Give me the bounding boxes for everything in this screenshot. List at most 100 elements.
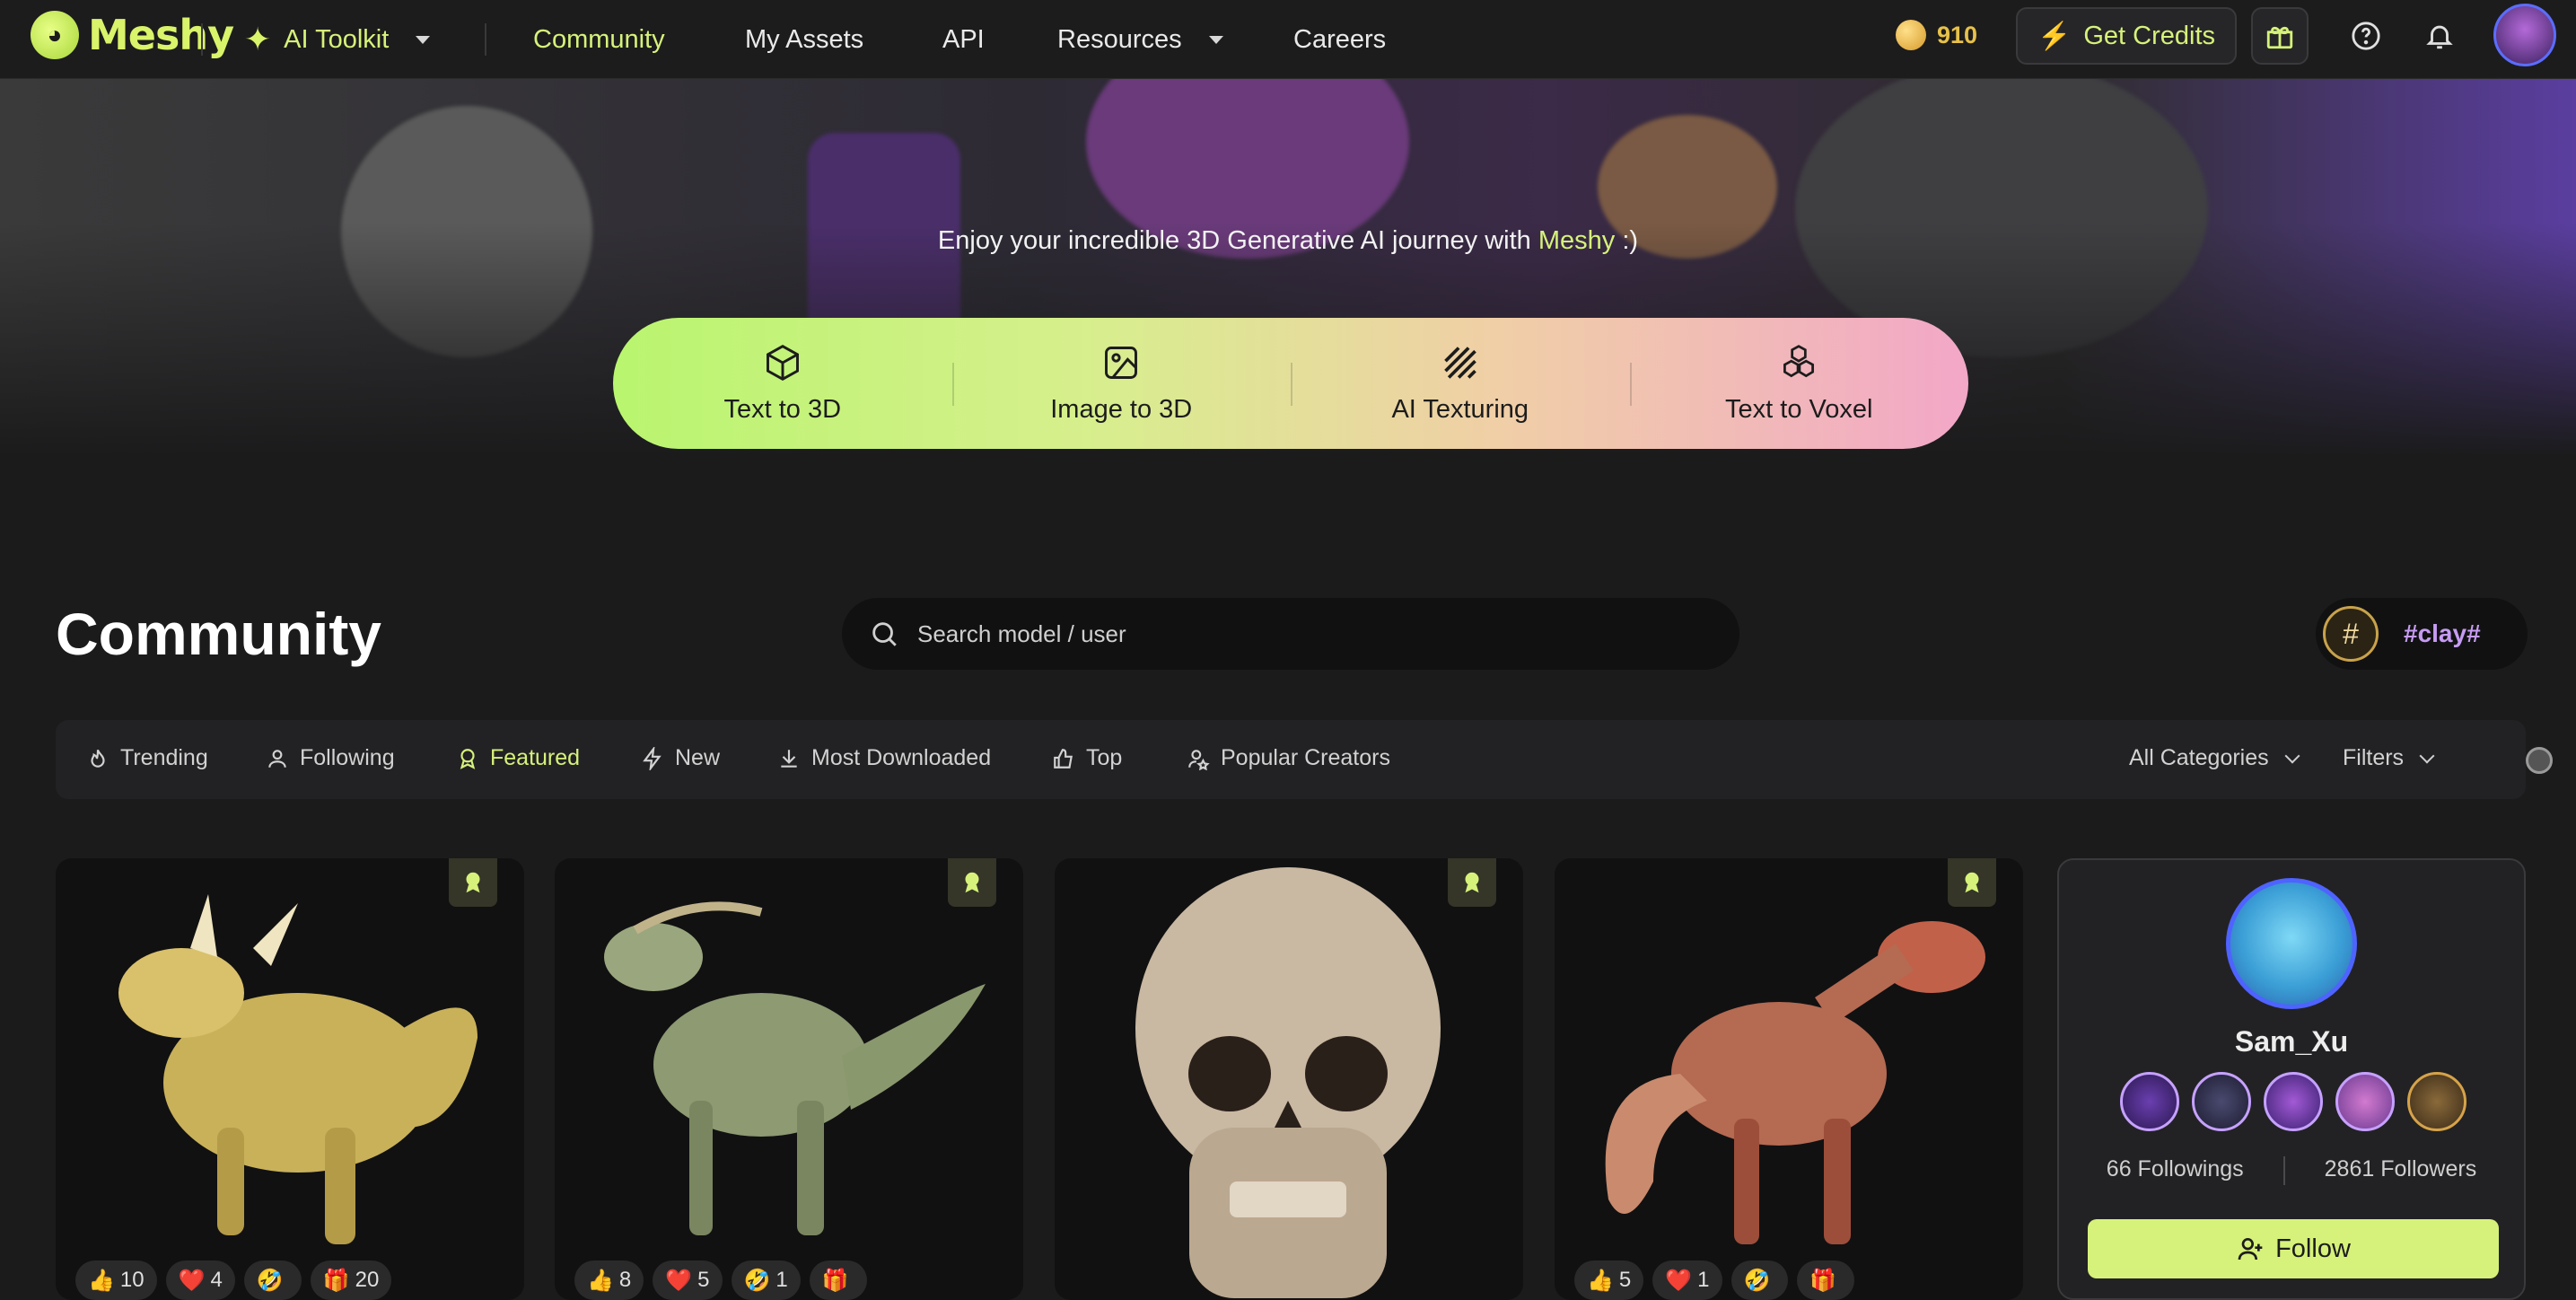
model-thumbnail-red-raptor [1605,921,1985,1244]
model-card[interactable]: 👍 10 ❤️ 4 🤣 🎁 20 [56,858,524,1300]
thumbs-up-icon [1054,748,1073,769]
badge-avatar[interactable] [2407,1072,2466,1131]
chevron-down-icon [2284,748,2300,763]
badge-avatar[interactable] [2264,1072,2323,1131]
get-credits-button[interactable]: ⚡ Get Credits [2016,7,2237,65]
model-card[interactable] [1055,858,1523,1300]
generation-tools: Text to 3D Image to 3D AI Texturing Text… [613,318,1968,449]
tab-new[interactable]: New [641,745,720,771]
help-icon [2352,22,2380,50]
tool-text-to-voxel[interactable]: Text to Voxel [1629,318,1969,449]
badge-avatar[interactable] [2335,1072,2395,1131]
page-title: Community [56,601,381,667]
creator-stats: 66 Followings 2861 Followers [2059,1156,2524,1185]
hero-tagline: Enjoy your incredible 3D Generative AI j… [937,226,1639,255]
laugh-reaction[interactable]: 🤣 [243,1260,302,1300]
laugh-reaction[interactable]: 🤣 1 [731,1260,801,1300]
like-reaction[interactable]: 👍 10 [75,1260,157,1300]
gift-icon [2266,26,2293,49]
gift-reaction[interactable]: 🎁 [1797,1260,1855,1300]
meshy-logo[interactable]: ◕ Meshy [31,11,234,59]
model-card[interactable]: 👍 8 ❤️ 5 🤣 1 🎁 [555,858,1023,1300]
view-toggle[interactable] [2526,747,2553,774]
horned-beast-figure [1795,79,2208,357]
thumbs-up-icon: 👍 [88,1268,115,1293]
nav-ai-toolkit-label: AI Toolkit [284,24,390,54]
like-reaction[interactable]: 👍 8 [574,1260,644,1300]
nav-careers[interactable]: Careers [1293,20,1386,59]
add-user-icon [2238,1238,2263,1260]
tab-trending[interactable]: Trending [86,745,208,771]
nav-community[interactable]: Community [533,20,665,59]
logo-mark-icon: ◕ [31,11,79,59]
user-avatar[interactable] [2493,4,2556,66]
creator-name[interactable]: Sam_Xu [2059,1025,2524,1058]
featured-award-icon [466,872,480,893]
nav-resources-label: Resources [1057,24,1182,54]
followings-count[interactable]: 66 Followings [2067,1156,2283,1185]
tab-top[interactable]: Top [1052,745,1122,771]
get-credits-label: Get Credits [2083,21,2216,50]
heart-reaction[interactable]: ❤️ 5 [653,1260,723,1300]
featured-award-icon [1465,872,1479,893]
gift-icon: 🎁 [322,1268,350,1293]
credits-balance[interactable]: 910 [1896,20,1977,50]
model-thumbnail-green-raptor [604,901,986,1235]
tool-image-to-3d[interactable]: Image to 3D [951,318,1292,449]
texture-stripes-icon [1443,346,1476,379]
credits-value: 910 [1937,21,1978,48]
nav-resources[interactable]: Resources [1057,20,1223,59]
hash-icon: # [2323,606,2379,662]
creator-star-icon [1188,749,1210,770]
nav-ai-toolkit[interactable]: ✦ AI Toolkit [244,20,431,59]
nav-api[interactable]: API [942,20,985,59]
featured-tag[interactable]: # #clay# [2316,598,2528,670]
chevron-down-icon [2419,748,2435,763]
reactions: 👍 5 ❤️ 1 🤣 🎁 [1574,1260,1855,1300]
tab-most-downloaded[interactable]: Most Downloaded [777,745,991,771]
tool-label: AI Texturing [1391,394,1529,424]
tool-text-to-3d[interactable]: Text to 3D [613,318,952,449]
gift-reaction[interactable]: 🎁 [809,1260,867,1300]
reactions: 👍 10 ❤️ 4 🤣 🎁 20 [75,1260,392,1300]
badge-avatar[interactable] [2120,1072,2179,1131]
thumbs-up-icon: 👍 [587,1268,614,1293]
search-input[interactable] [917,619,1707,648]
image-icon [1105,346,1138,379]
followers-count[interactable]: 2861 Followers [2285,1156,2517,1185]
tool-ai-texturing[interactable]: AI Texturing [1291,318,1630,449]
heart-reaction[interactable]: ❤️ 4 [165,1260,235,1300]
like-reaction[interactable]: 👍 5 [1574,1260,1644,1300]
coin-icon [1896,20,1926,50]
help-button[interactable] [2337,7,2395,65]
tab-featured[interactable]: Featured [456,745,580,771]
thumbs-up-icon: 👍 [1587,1268,1614,1293]
gift-button[interactable] [2251,7,2309,65]
notifications-button[interactable] [2411,7,2468,65]
tab-popular-creators[interactable]: Popular Creators [1187,745,1390,771]
laugh-icon: 🤣 [743,1268,771,1293]
model-card[interactable]: 👍 5 ❤️ 1 🤣 🎁 [1555,858,2023,1300]
bell-icon [2426,25,2453,49]
sparkle-icon: ✦ [244,21,272,57]
tab-following[interactable]: Following [266,745,395,771]
creator-avatar[interactable] [2226,878,2357,1009]
model-thumbnail-yellow-dinosaur [118,894,478,1244]
featured-badge [1448,858,1496,907]
laugh-icon: 🤣 [1743,1268,1771,1293]
badge-avatar[interactable] [2192,1072,2251,1131]
featured-badge [948,858,996,907]
categories-dropdown[interactable]: All Categories [2129,745,2300,771]
chevron-down-icon [416,35,431,44]
gift-reaction[interactable]: 🎁 20 [310,1260,392,1300]
heart-reaction[interactable]: ❤️ 1 [1652,1260,1722,1300]
voxel-icon [1783,344,1815,377]
laugh-reaction[interactable]: 🤣 [1730,1260,1789,1300]
nav-my-assets[interactable]: My Assets [745,20,863,59]
chevron-down-icon [1208,35,1223,44]
download-icon [781,749,797,768]
lightning-icon [643,746,662,770]
follow-button[interactable]: Follow [2088,1219,2499,1278]
search-bar[interactable] [842,598,1739,670]
filters-dropdown[interactable]: Filters [2343,745,2435,771]
